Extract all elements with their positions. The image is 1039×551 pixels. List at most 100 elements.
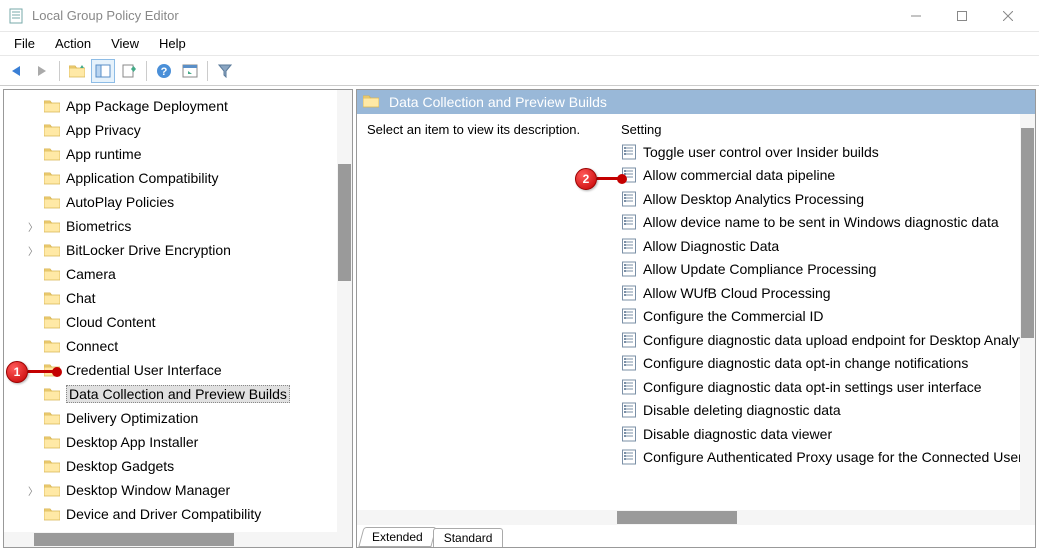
chevron-right-icon[interactable]: 〉	[28, 219, 40, 234]
list-item[interactable]: Configure Authenticated Proxy usage for …	[615, 446, 1035, 470]
list-item[interactable]: Disable deleting diagnostic data	[615, 399, 1035, 423]
app-icon	[8, 8, 24, 24]
menu-action[interactable]: Action	[45, 33, 101, 54]
policy-icon	[621, 308, 637, 324]
tab-extended[interactable]: Extended	[358, 527, 436, 547]
folder-icon	[44, 171, 60, 185]
setting-label: Configure the Commercial ID	[643, 308, 824, 324]
show-hide-tree-button[interactable]	[91, 59, 115, 83]
tree-item-label: Credential User Interface	[66, 362, 222, 378]
help-button[interactable]: ?	[152, 59, 176, 83]
setting-label: Disable diagnostic data viewer	[643, 426, 832, 442]
tab-standard[interactable]: Standard	[433, 528, 504, 547]
tree-item-label: BitLocker Drive Encryption	[66, 242, 231, 258]
tree-item[interactable]: 〉 Biometrics	[6, 214, 350, 238]
folder-icon	[44, 387, 60, 401]
minimize-button[interactable]	[893, 0, 939, 32]
tree-item-label: AutoPlay Policies	[66, 194, 174, 210]
list-item[interactable]: Configure diagnostic data opt-in change …	[615, 352, 1035, 376]
tree-item[interactable]: App runtime	[6, 142, 350, 166]
menu-help[interactable]: Help	[149, 33, 196, 54]
tree-item[interactable]: 〉 BitLocker Drive Encryption	[6, 238, 350, 262]
tree-item[interactable]: Application Compatibility	[6, 166, 350, 190]
policy-icon	[621, 449, 637, 465]
setting-label: Allow Diagnostic Data	[643, 238, 779, 254]
tree-item[interactable]: Delivery Optimization	[6, 406, 350, 430]
policy-icon	[621, 379, 637, 395]
list-item[interactable]: Allow WUfB Cloud Processing	[615, 281, 1035, 305]
tree-item[interactable]: 〉Desktop Window Manager	[6, 478, 350, 502]
maximize-button[interactable]	[939, 0, 985, 32]
folder-icon	[44, 459, 60, 473]
list-item[interactable]: Configure the Commercial ID	[615, 305, 1035, 329]
list-horizontal-scrollbar[interactable]	[357, 510, 1020, 525]
policy-icon	[621, 426, 637, 442]
list-item[interactable]: Configure diagnostic data opt-in setting…	[615, 375, 1035, 399]
tree-item-label: Cloud Content	[66, 314, 156, 330]
policy-icon	[621, 214, 637, 230]
tree-item[interactable]: Desktop App Installer	[6, 430, 350, 454]
up-button[interactable]	[65, 59, 89, 83]
list-item[interactable]: Disable diagnostic data viewer	[615, 422, 1035, 446]
tree-item[interactable]: App Package Deployment	[6, 94, 350, 118]
list-item[interactable]: Allow commercial data pipeline	[615, 164, 1035, 188]
setting-label: Allow commercial data pipeline	[643, 167, 835, 183]
policy-icon	[621, 191, 637, 207]
setting-label: Allow Update Compliance Processing	[643, 261, 876, 277]
tree-item[interactable]: Cloud Content	[6, 310, 350, 334]
tree-item-label: Biometrics	[66, 218, 131, 234]
policy-icon	[621, 144, 637, 160]
tree-item[interactable]: App Privacy	[6, 118, 350, 142]
menubar: File Action View Help	[0, 32, 1039, 56]
forward-button[interactable]	[30, 59, 54, 83]
tree-item[interactable]: Connect	[6, 334, 350, 358]
chevron-right-icon[interactable]: 〉	[28, 483, 40, 498]
filter-button[interactable]	[213, 59, 237, 83]
tree-item[interactable]: Chat	[6, 286, 350, 310]
tree-item-label: Device and Driver Compatibility	[66, 506, 261, 522]
tree-item-label: Data Collection and Preview Builds	[66, 385, 290, 403]
tree-item[interactable]: Data Collection and Preview Builds	[6, 382, 350, 406]
details-title: Data Collection and Preview Builds	[389, 94, 607, 110]
tree-item-label: Camera	[66, 266, 116, 282]
column-header-setting[interactable]: Setting	[615, 114, 1035, 140]
folder-icon	[44, 339, 60, 353]
tree-item-label: Application Compatibility	[66, 170, 219, 186]
description-text: Select an item to view its description.	[367, 122, 580, 137]
menu-file[interactable]: File	[4, 33, 45, 54]
chevron-right-icon[interactable]: 〉	[28, 243, 40, 258]
folder-icon	[44, 507, 60, 521]
folder-icon	[44, 243, 60, 257]
policy-icon	[621, 402, 637, 418]
details-pane: Data Collection and Preview Builds Selec…	[356, 89, 1036, 548]
list-item[interactable]: Allow Update Compliance Processing	[615, 258, 1035, 282]
list-item[interactable]: Allow Desktop Analytics Processing	[615, 187, 1035, 211]
folder-icon	[44, 315, 60, 329]
menu-view[interactable]: View	[101, 33, 149, 54]
setting-label: Configure diagnostic data opt-in setting…	[643, 379, 982, 395]
tree-item[interactable]: Camera	[6, 262, 350, 286]
tree-item[interactable]: Desktop Gadgets	[6, 454, 350, 478]
tree-item-label: Delivery Optimization	[66, 410, 198, 426]
tree-horizontal-scrollbar[interactable]	[4, 532, 337, 547]
policy-icon	[621, 261, 637, 277]
list-item[interactable]: Allow Diagnostic Data	[615, 234, 1035, 258]
list-item[interactable]: Configure diagnostic data upload endpoin…	[615, 328, 1035, 352]
close-button[interactable]	[985, 0, 1031, 32]
tree-vertical-scrollbar[interactable]	[337, 90, 352, 547]
setting-label: Allow Desktop Analytics Processing	[643, 191, 864, 207]
tree-pane: App Package Deployment App Privacy App run…	[3, 89, 353, 548]
tree-item[interactable]: Device and Driver Compatibility	[6, 502, 350, 526]
list-vertical-scrollbar[interactable]	[1020, 114, 1035, 525]
export-button[interactable]	[117, 59, 141, 83]
tree-item-label: App Privacy	[66, 122, 141, 138]
back-button[interactable]	[4, 59, 28, 83]
properties-button[interactable]	[178, 59, 202, 83]
policy-icon	[621, 355, 637, 371]
list-item[interactable]: Toggle user control over Insider builds	[615, 140, 1035, 164]
setting-label: Allow WUfB Cloud Processing	[643, 285, 831, 301]
setting-label: Configure diagnostic data opt-in change …	[643, 355, 968, 371]
tree-item[interactable]: AutoPlay Policies	[6, 190, 350, 214]
tree-item-label: Desktop Gadgets	[66, 458, 174, 474]
list-item[interactable]: Allow device name to be sent in Windows …	[615, 211, 1035, 235]
